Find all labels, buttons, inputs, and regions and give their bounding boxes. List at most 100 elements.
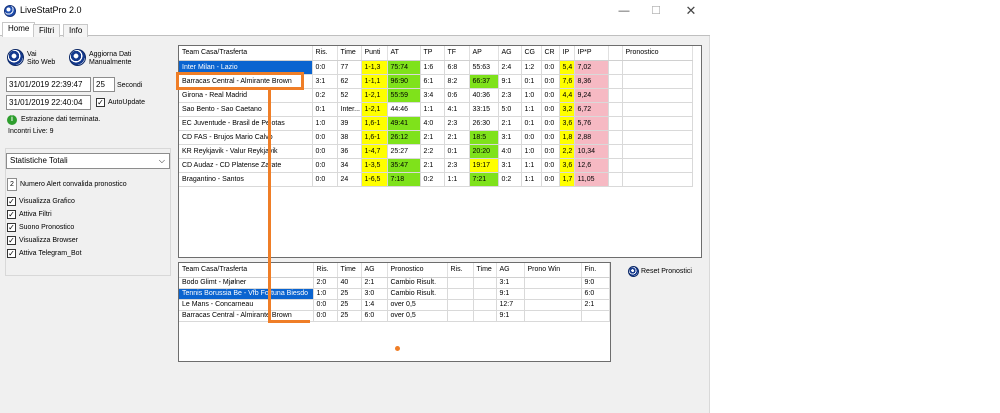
checkbox-attiva-filtri[interactable]: ✓ bbox=[7, 210, 16, 219]
table-row[interactable]: KR Reykjavik - Valur Reykjavik 0:0 36 1-4,7… bbox=[179, 144, 693, 159]
table-cell: 1:0 bbox=[521, 88, 542, 103]
table-cell: 24 bbox=[337, 172, 362, 187]
status-line-2: Incontri Live: 9 bbox=[8, 128, 54, 135]
column-header[interactable]: Pronostico bbox=[387, 263, 448, 278]
alert-count-input[interactable]: 2 bbox=[7, 178, 17, 191]
table-cell: 0:0 bbox=[541, 88, 560, 103]
table-row[interactable]: EC Juventude - Brasil de Pelotas 1:0 39 1,6… bbox=[179, 116, 693, 131]
column-header[interactable]: IP*P bbox=[574, 46, 609, 61]
table-cell: 66:37 bbox=[469, 74, 499, 89]
grid-header-row: Team Casa/Trasferta Ris. Time Punti AT TP TF AP… bbox=[179, 46, 693, 61]
maximize-button[interactable]: ☐ bbox=[645, 3, 667, 19]
table-cell: 0:0 bbox=[312, 130, 338, 145]
table-cell: 1:0 bbox=[312, 116, 338, 131]
checkbox-label: Attiva Filtri bbox=[19, 211, 52, 218]
column-header[interactable]: CR bbox=[541, 46, 560, 61]
table-cell: 3,6 bbox=[559, 158, 575, 173]
column-header[interactable]: TP bbox=[420, 46, 445, 61]
table-row[interactable]: Tennis Borussia Be - Vfb Fortuna Biesdo 1… bbox=[179, 288, 610, 300]
table-cell: 1,8 bbox=[559, 130, 575, 145]
table-cell: 1:1 bbox=[521, 172, 542, 187]
table-row[interactable]: Barracas Central - Almirante Brown 0:0 25 6… bbox=[179, 310, 610, 322]
table-cell bbox=[608, 158, 623, 173]
stats-select-value: Statistiche Totali bbox=[10, 156, 68, 165]
tab-strip: Home Filtri Info bbox=[0, 22, 710, 37]
checkbox-suono-pronostico[interactable]: ✓ bbox=[7, 223, 16, 232]
column-header[interactable]: Team Casa/Trasferta bbox=[179, 46, 313, 61]
column-header[interactable]: Time bbox=[337, 46, 362, 61]
visit-website-label: Vai Sito Web bbox=[27, 51, 56, 66]
column-header[interactable]: IP bbox=[559, 46, 575, 61]
column-header[interactable]: Prono Win bbox=[524, 263, 582, 278]
alert-count-label: Numero Alert convalida pronostico bbox=[20, 181, 127, 188]
column-header[interactable]: Time bbox=[337, 263, 362, 278]
column-header[interactable]: AG bbox=[498, 46, 522, 61]
tab-info[interactable]: Info bbox=[63, 24, 89, 37]
column-header[interactable]: Fin. bbox=[581, 263, 610, 278]
visit-website-button[interactable]: Vai Sito Web bbox=[7, 48, 67, 72]
column-header[interactable]: Time bbox=[473, 263, 497, 278]
table-row[interactable]: Girona - Real Madrid 0:2 52 1-2,1 55:59 3:4 0:… bbox=[179, 88, 693, 103]
table-cell: 12,6 bbox=[574, 158, 609, 173]
table-row[interactable]: Sao Bento - Sao Caetano 0:1 Inter... 1-2,1 4… bbox=[179, 102, 693, 117]
minimize-button[interactable]: — bbox=[613, 3, 635, 19]
table-row[interactable]: Bragantino - Santos 0:0 24 1-6,5 7:18 0:2 1:1 7… bbox=[179, 172, 693, 187]
table-cell: 1,6-1 bbox=[361, 130, 388, 145]
table-cell: 55:63 bbox=[469, 60, 499, 75]
tab-filtri[interactable]: Filtri bbox=[33, 24, 61, 37]
close-button[interactable]: ✕ bbox=[680, 3, 702, 19]
table-cell: 1-1,1 bbox=[361, 74, 388, 89]
column-header[interactable]: AG bbox=[361, 263, 388, 278]
last-update-datetime: 31/01/2019 22:39:47 bbox=[6, 77, 91, 92]
checkbox-attiva-telegram-bot[interactable]: ✓ bbox=[7, 249, 16, 258]
autoupdate-checkbox[interactable]: ✓ bbox=[96, 98, 105, 107]
table-cell: 7:21 bbox=[469, 172, 499, 187]
table-cell: CD Audaz - CD Platense Zarate bbox=[179, 158, 313, 173]
table-cell bbox=[608, 60, 623, 75]
table-cell: Bodo Glimt - Mjølner bbox=[179, 277, 314, 289]
table-row[interactable]: CD FAS - Brujos Mario Calvo 0:0 38 1,6-1 26:… bbox=[179, 130, 693, 145]
column-header[interactable]: Team Casa/Trasferta bbox=[179, 263, 314, 278]
table-cell: 2:1 bbox=[420, 158, 445, 173]
annotation-dot bbox=[395, 346, 400, 351]
table-cell bbox=[622, 102, 693, 117]
table-cell: over 0,5 bbox=[387, 310, 448, 322]
table-cell: 9:0 bbox=[581, 277, 610, 289]
column-header[interactable] bbox=[608, 46, 623, 61]
stats-select[interactable]: Statistiche Totali ⌵ bbox=[6, 153, 170, 169]
seconds-input[interactable]: 25 bbox=[93, 77, 115, 92]
column-header[interactable]: CG bbox=[521, 46, 542, 61]
column-header[interactable]: AG bbox=[496, 263, 525, 278]
ball-icon bbox=[69, 49, 86, 66]
checkbox-visualizza-grafico[interactable]: ✓ bbox=[7, 197, 16, 206]
column-header[interactable]: TF bbox=[444, 46, 470, 61]
column-header[interactable]: Ris. bbox=[313, 263, 338, 278]
column-header[interactable]: Ris. bbox=[447, 263, 474, 278]
manual-update-button[interactable]: Aggiorna Dati Manualmente bbox=[69, 48, 149, 72]
column-header[interactable]: Pronostico bbox=[622, 46, 693, 61]
table-cell: 2:2 bbox=[420, 144, 445, 159]
table-cell: 0:0 bbox=[541, 102, 560, 117]
column-header[interactable]: AT bbox=[387, 46, 421, 61]
checkbox-visualizza-browser[interactable]: ✓ bbox=[7, 236, 16, 245]
table-cell: 4:0 bbox=[498, 144, 522, 159]
column-header[interactable]: AP bbox=[469, 46, 499, 61]
chevron-down-icon: ⌵ bbox=[158, 156, 165, 165]
table-cell: 12:7 bbox=[496, 299, 525, 311]
annotation-highlight-box bbox=[176, 72, 304, 90]
table-row[interactable]: Bodo Glimt - Mjølner 2:0 40 2:1 Cambio Risul… bbox=[179, 277, 610, 289]
table-cell: 52 bbox=[337, 88, 362, 103]
table-cell: 0:2 bbox=[498, 172, 522, 187]
autoupdate-label: AutoUpdate bbox=[108, 99, 145, 106]
table-cell: 6:0 bbox=[581, 288, 610, 300]
table-cell: 1:1 bbox=[420, 102, 445, 117]
column-header[interactable]: Punti bbox=[361, 46, 388, 61]
tab-home[interactable]: Home bbox=[2, 22, 36, 37]
table-cell bbox=[581, 310, 610, 322]
table-row[interactable]: CD Audaz - CD Platense Zarate 0:0 34 1-3,5 3… bbox=[179, 158, 693, 173]
table-cell: 4,4 bbox=[559, 88, 575, 103]
column-header[interactable]: Ris. bbox=[312, 46, 338, 61]
table-cell: 6:1 bbox=[420, 74, 445, 89]
table-cell: 1,7 bbox=[559, 172, 575, 187]
table-row[interactable]: Le Mans - Concarneau 0:0 25 1:4 over 0,5 12:7… bbox=[179, 299, 610, 311]
